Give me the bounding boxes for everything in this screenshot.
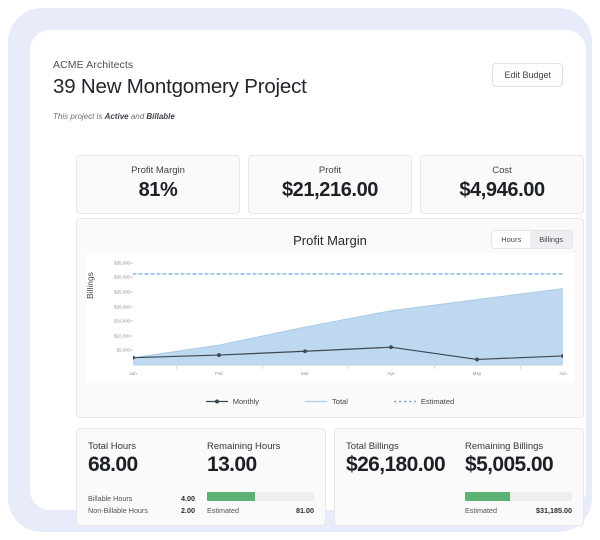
y-axis-tick-label: $10,000 [114, 333, 130, 339]
chart-unit-toggle[interactable]: Hours Billings [491, 230, 573, 249]
billable-hours-label: Billable Hours [88, 494, 133, 503]
x-axis-tick-label: Jun [559, 371, 567, 376]
header: ACME Architects 39 New Montgomery Projec… [53, 59, 563, 121]
legend-swatch-estimated [393, 398, 416, 405]
x-axis-tick-mark [262, 366, 263, 369]
legend-swatch-total [305, 398, 328, 405]
total-billings-block: Total Billings $26,180.00 [346, 441, 453, 515]
hours-panel: Total Hours 68.00 Billable Hours 4.00 No… [76, 428, 326, 526]
kpi-label: Profit Margin [131, 165, 185, 176]
nonbillable-hours-value: 2.00 [181, 506, 195, 515]
billings-progress-block: Estimated $31,185.00 [465, 492, 572, 515]
total-hours-label: Total Hours [88, 441, 137, 452]
project-card: ACME Architects 39 New Montgomery Projec… [30, 30, 586, 526]
x-axis-tick-mark [520, 366, 521, 369]
billings-progress-bar [465, 492, 572, 501]
x-axis-tick-mark [176, 366, 177, 369]
nonbillable-hours-label: Non-Billable Hours [88, 506, 148, 515]
page-title: 39 New Montgomery Project [53, 75, 307, 98]
hours-estimated-value: 81.00 [296, 506, 314, 515]
y-axis-tick-label: $25,000 [114, 289, 130, 295]
toggle-hours[interactable]: Hours [492, 231, 531, 248]
billings-progress-fill [465, 492, 510, 501]
total-billings-value: $26,180.00 [346, 453, 446, 476]
kpi-cost: Cost $4,946.00 [420, 155, 584, 214]
legend-item-total: Total [305, 397, 348, 406]
remaining-billings-value: $5,005.00 [465, 453, 554, 476]
remaining-hours-label: Remaining Hours [207, 441, 281, 452]
x-axis-tick-label: Apr [387, 371, 395, 376]
hours-estimated-label: Estimated [207, 506, 239, 515]
toggle-billings[interactable]: Billings [530, 231, 572, 248]
kpi-label: Profit [318, 165, 342, 176]
total-hours-block: Total Hours 68.00 Billable Hours 4.00 No… [88, 441, 195, 515]
billable-hours-value: 4.00 [181, 494, 195, 503]
chart-legend: Monthly Total Estimated [77, 397, 583, 406]
kpi-value: 81% [138, 179, 178, 201]
project-status-text: This project is Active and Billable [53, 112, 563, 121]
remaining-hours-value: 13.00 [207, 453, 257, 476]
legend-label: Estimated [420, 397, 455, 406]
total-hours-value: 68.00 [88, 453, 138, 476]
kpi-row: Profit Margin 81% Profit $21,216.00 Cost… [76, 155, 584, 214]
hours-progress-block: Estimated 81.00 [207, 492, 314, 515]
x-axis-tick-mark [434, 366, 435, 369]
status-badge-billable: Billable [146, 112, 175, 121]
total-billings-label: Total Billings [346, 441, 399, 452]
x-axis-tick-mark [348, 366, 349, 369]
billings-estimated-value: $31,185.00 [536, 506, 572, 515]
status-prefix: This project is [53, 112, 105, 121]
chart-panel: Profit Margin Hours Billings Billings $3… [76, 218, 584, 418]
hours-progress-fill [207, 492, 256, 501]
billings-panel: Total Billings $26,180.00 Remaining Bill… [334, 428, 584, 526]
status-join: and [128, 112, 147, 121]
y-axis-tick-label: $5,000 [116, 347, 130, 353]
remaining-billings-label: Remaining Billings [465, 441, 544, 452]
x-axis-tick-label: Feb [215, 371, 223, 376]
legend-swatch-monthly [205, 398, 228, 405]
x-axis-tick-label: Jan [129, 371, 137, 376]
x-axis-tick-label: May [472, 371, 482, 376]
edit-budget-button[interactable]: Edit Budget [492, 63, 563, 87]
chart-canvas [133, 257, 563, 365]
kpi-value: $21,216.00 [281, 179, 379, 201]
legend-item-estimated: Estimated [393, 397, 455, 406]
nonbillable-hours-row: Non-Billable Hours 2.00 [88, 506, 195, 515]
y-axis-tick-label: $35,000 [114, 260, 130, 266]
kpi-label: Cost [492, 165, 512, 176]
legend-item-monthly: Monthly [205, 397, 260, 406]
outer-frame: ACME Architects 39 New Montgomery Projec… [8, 8, 592, 532]
hours-progress-bar [207, 492, 314, 501]
kpi-value: $4,946.00 [459, 179, 545, 201]
y-axis-tick-label: $15,000 [114, 318, 130, 324]
status-badge-active: Active [104, 112, 129, 121]
chart-plot-area: Billings $35,000 $30,000 $25,000 $20,000 $15… [85, 253, 575, 383]
billings-estimated-row: Estimated $31,185.00 [465, 506, 572, 515]
y-axis-label: Billings [85, 272, 95, 299]
legend-label: Total [332, 397, 348, 406]
remaining-billings-block: Remaining Billings $5,005.00 Estimated $… [465, 441, 572, 515]
hours-breakdown: Billable Hours 4.00 Non-Billable Hours 2… [88, 491, 195, 515]
billings-estimated-label: Estimated [465, 506, 497, 515]
remaining-hours-block: Remaining Hours 13.00 Estimated 81.00 [207, 441, 314, 515]
kpi-profit: Profit $21,216.00 [248, 155, 412, 214]
y-axis-tick-label: $30,000 [114, 274, 130, 280]
billable-hours-row: Billable Hours 4.00 [88, 494, 195, 503]
y-axis-tick-label: $20,000 [114, 304, 130, 310]
legend-label: Monthly [232, 397, 260, 406]
x-axis: Jan Feb Mar Apr May Jun [129, 365, 567, 381]
kpi-profit-margin: Profit Margin 81% [76, 155, 240, 214]
x-axis-tick-label: Mar [301, 371, 309, 376]
company-name: ACME Architects [53, 59, 134, 71]
hours-estimated-row: Estimated 81.00 [207, 506, 314, 515]
